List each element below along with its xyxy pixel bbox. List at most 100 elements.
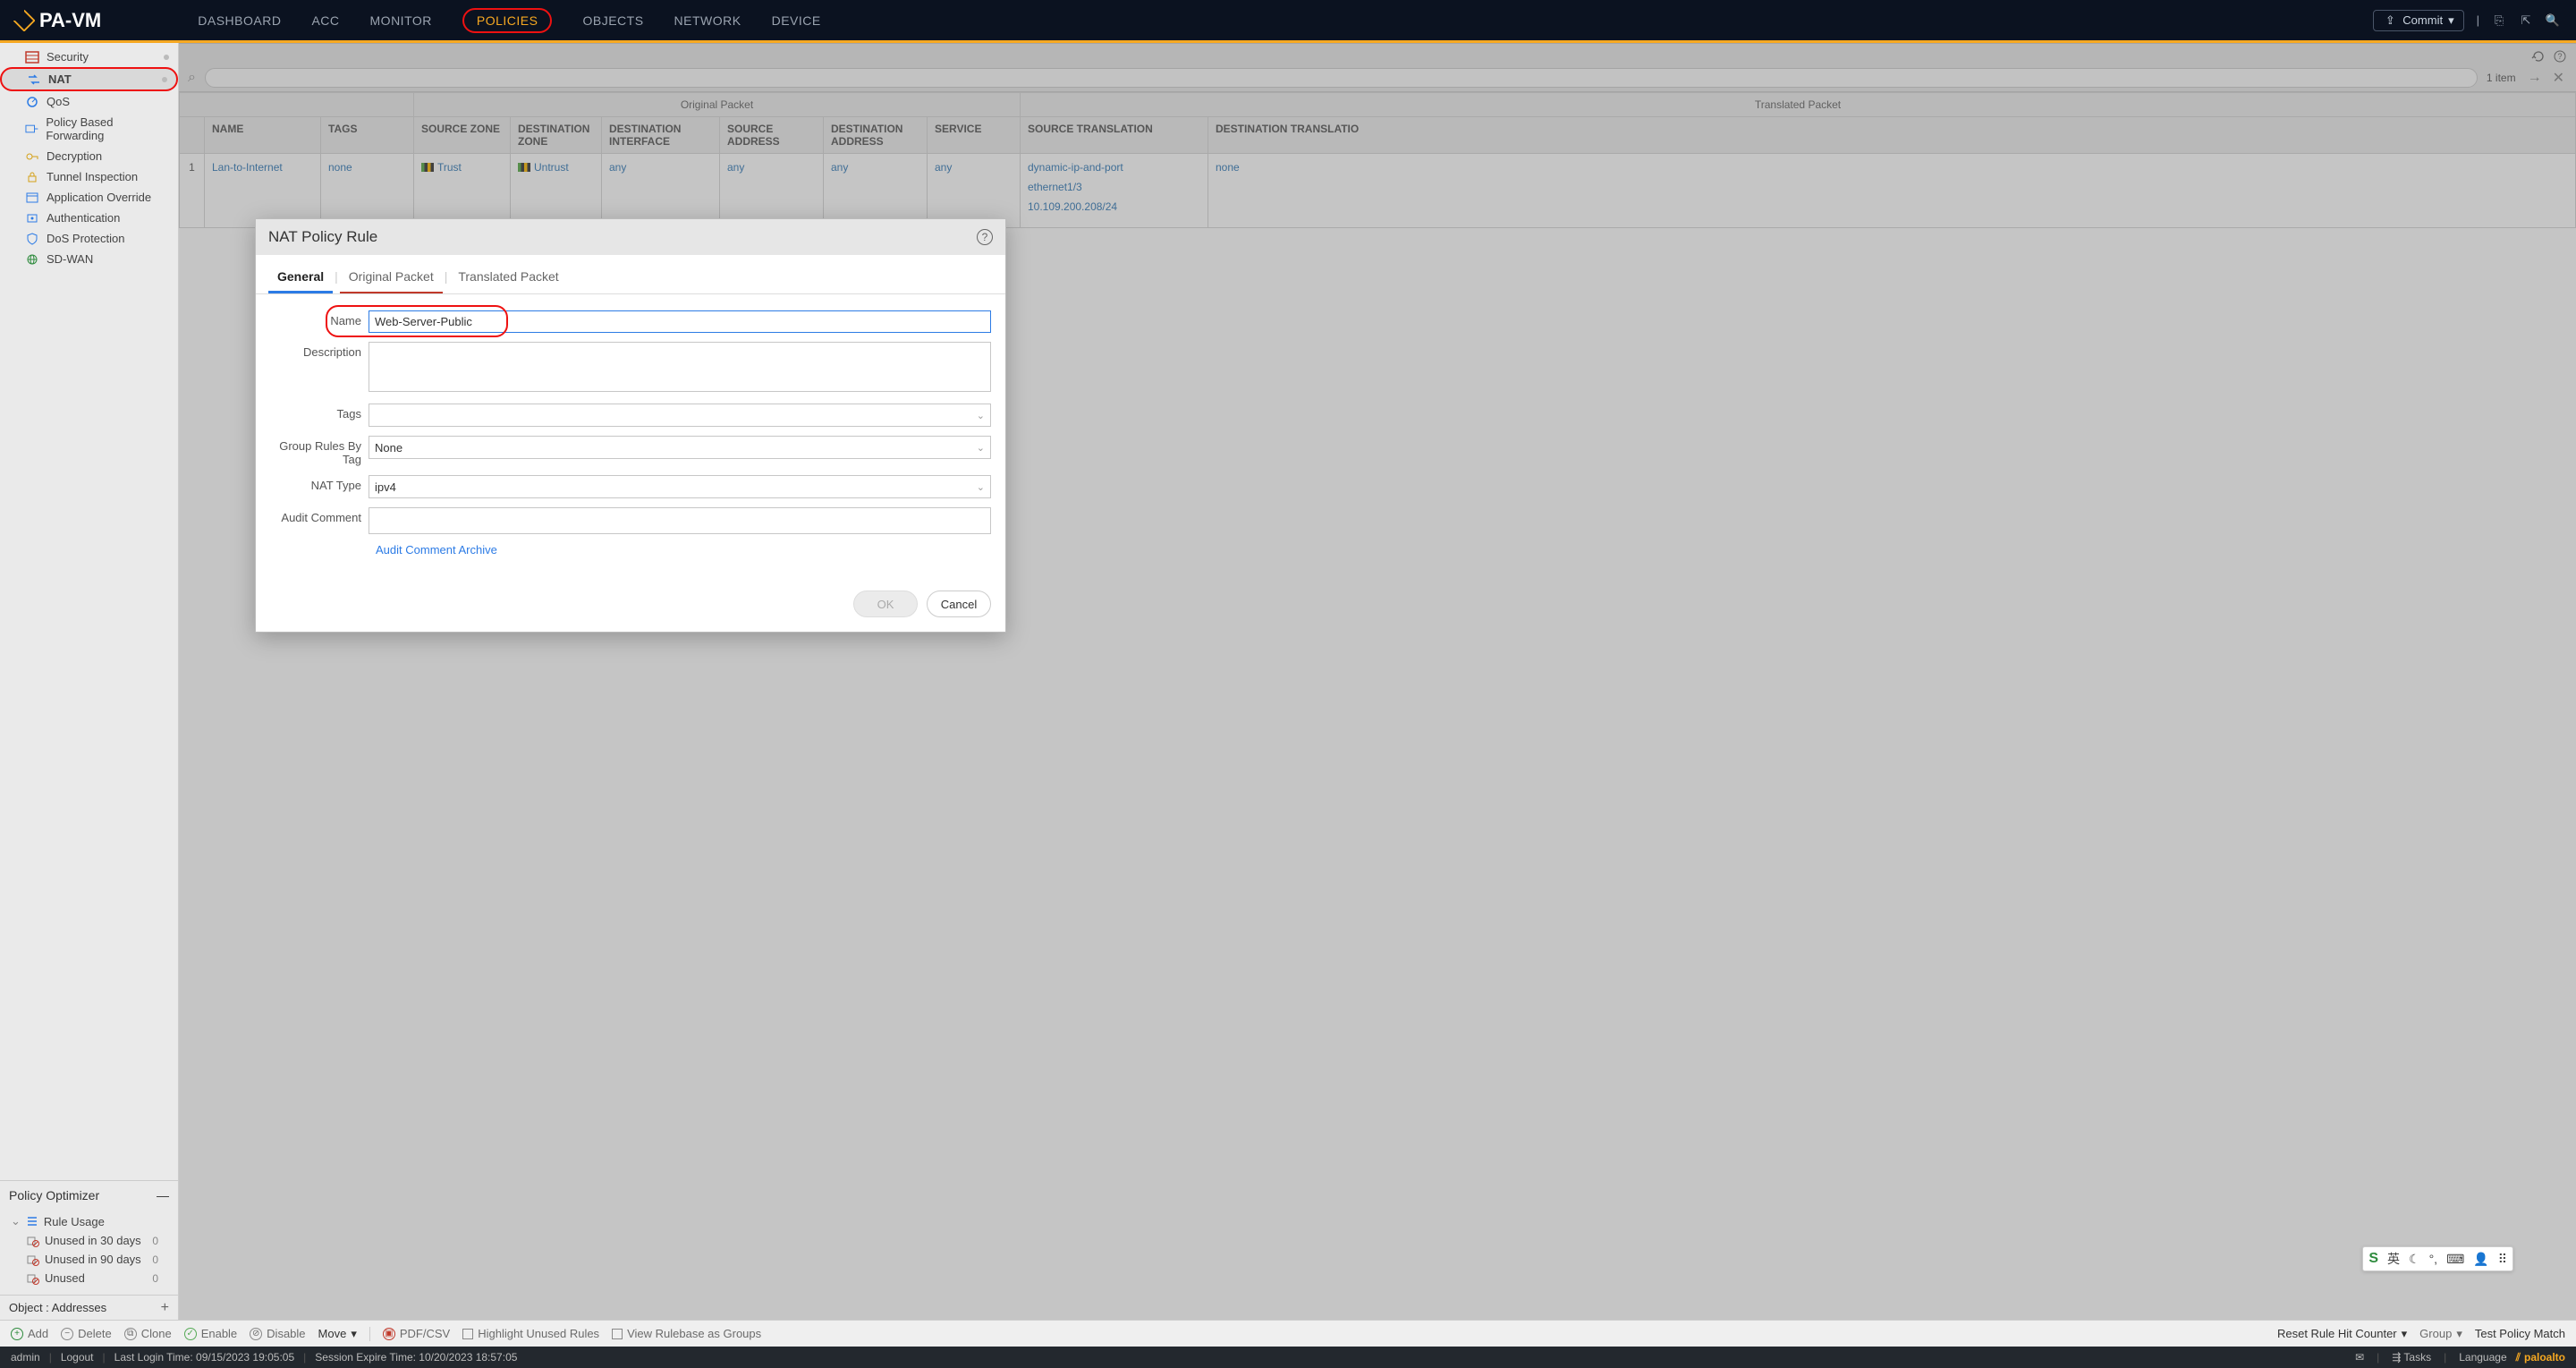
ok-button[interactable]: OK — [853, 591, 918, 617]
sidebar-item-sdwan[interactable]: SD-WAN — [0, 249, 178, 269]
enable-button[interactable]: ✓Enable — [184, 1327, 237, 1340]
check-icon: ✓ — [184, 1328, 197, 1340]
sidebar-item-authentication[interactable]: Authentication — [0, 208, 178, 228]
moon-icon[interactable]: ☾ — [2409, 1252, 2420, 1267]
tab-objects[interactable]: OBJECTS — [582, 13, 643, 28]
status-logout[interactable]: Logout — [61, 1351, 94, 1364]
sidebar-item-decryption[interactable]: Decryption — [0, 146, 178, 166]
highlight-toggle[interactable]: Highlight Unused Rules — [462, 1327, 599, 1340]
status-user[interactable]: admin — [11, 1351, 40, 1364]
view-groups-toggle[interactable]: View Rulebase as Groups — [612, 1327, 761, 1340]
tasks-link[interactable]: ⇶ Tasks — [2392, 1351, 2431, 1364]
export-icon[interactable]: ⇱ — [2519, 13, 2533, 28]
paloalto-icon: ⫽ — [2516, 1351, 2521, 1364]
modal-tab-general[interactable]: General — [268, 264, 333, 293]
opt-label: Unused in 30 days — [45, 1234, 141, 1247]
group-select[interactable]: None⌄ — [369, 436, 991, 459]
group-label: Group Rules By Tag — [270, 436, 369, 466]
nattype-select[interactable]: ipv4⌄ — [369, 475, 991, 498]
sidebar-label: Security — [47, 50, 89, 64]
minus-icon: − — [61, 1328, 73, 1340]
copy-icon: ⧉ — [124, 1328, 137, 1340]
brand-logo-icon — [13, 9, 35, 31]
reset-counter-menu[interactable]: Reset Rule Hit Counter ▾ — [2277, 1327, 2407, 1341]
unused-90[interactable]: Unused in 90 days 0 — [7, 1250, 171, 1269]
clone-button[interactable]: ⧉Clone — [124, 1327, 172, 1340]
keyboard-icon[interactable]: ⌨ — [2446, 1252, 2464, 1267]
tab-device[interactable]: DEVICE — [772, 13, 821, 28]
tab-dashboard[interactable]: DASHBOARD — [198, 13, 281, 28]
object-bar-label: Object : Addresses — [9, 1301, 106, 1314]
sidebar-label: Tunnel Inspection — [47, 170, 138, 183]
plus-icon: + — [11, 1328, 23, 1340]
search-icon[interactable]: 🔍 — [2546, 13, 2560, 28]
auth-icon — [25, 212, 39, 225]
sidebar-item-dos[interactable]: DoS Protection — [0, 228, 178, 249]
tags-select[interactable]: ⌄ — [369, 404, 991, 427]
checkbox-icon — [462, 1329, 473, 1339]
help-icon[interactable]: ? — [977, 229, 993, 245]
sidebar-item-qos[interactable]: QoS — [0, 91, 178, 112]
opt-label: Unused in 90 days — [45, 1253, 141, 1266]
description-input[interactable] — [369, 342, 991, 392]
rule-usage-header[interactable]: ⌄ Rule Usage — [7, 1211, 171, 1231]
sidebar-item-tunnel[interactable]: Tunnel Inspection — [0, 166, 178, 187]
collapse-icon[interactable]: — — [157, 1188, 169, 1202]
tab-acc[interactable]: ACC — [311, 13, 339, 28]
chevron-down-icon: ⌄ — [977, 410, 985, 421]
brand-text: PA-VM — [39, 9, 101, 32]
delete-button[interactable]: −Delete — [61, 1327, 112, 1340]
object-bar[interactable]: Object : Addresses + — [0, 1295, 178, 1320]
ime-lang[interactable]: 英 — [2387, 1250, 2400, 1268]
punct-icon[interactable]: °, — [2429, 1252, 2438, 1266]
globe-icon — [25, 253, 39, 266]
commit-button[interactable]: ⇪ Commit ▾ — [2373, 10, 2463, 31]
doc-icon: ▣ — [383, 1328, 395, 1340]
tab-policies[interactable]: POLICIES — [462, 8, 553, 33]
mail-icon[interactable]: ✉ — [2355, 1351, 2364, 1364]
pbf-icon — [25, 123, 38, 135]
tab-network[interactable]: NETWORK — [674, 13, 741, 28]
cancel-button[interactable]: Cancel — [927, 591, 991, 617]
brand: PA-VM — [0, 9, 117, 32]
language-link[interactable]: Language — [2459, 1351, 2506, 1364]
audit-archive-link[interactable]: Audit Comment Archive — [270, 543, 991, 557]
description-label: Description — [270, 342, 369, 359]
audit-input[interactable] — [369, 507, 991, 534]
sidebar-item-appoverride[interactable]: Application Override — [0, 187, 178, 208]
key-icon — [25, 150, 39, 163]
sidebar-label: SD-WAN — [47, 252, 93, 266]
sidebar-item-nat[interactable]: NAT — [0, 67, 178, 91]
tab-monitor[interactable]: MONITOR — [370, 13, 432, 28]
modal-body: Name Description Tags ⌄ Group Rules By T… — [256, 294, 1005, 564]
plus-icon[interactable]: + — [161, 1300, 169, 1316]
ime-toolbar[interactable]: S 英 ☾ °, ⌨ 👤 ⠿ — [2362, 1246, 2513, 1271]
unused-all[interactable]: Unused 0 — [7, 1269, 171, 1287]
add-button[interactable]: +Add — [11, 1327, 48, 1340]
unused-30[interactable]: Unused in 30 days 0 — [7, 1231, 171, 1250]
bottom-toolbar: +Add −Delete ⧉Clone ✓Enable ⊘Disable Mov… — [0, 1320, 2576, 1347]
disable-button[interactable]: ⊘Disable — [250, 1327, 305, 1340]
sidebar-item-security[interactable]: Security — [0, 47, 178, 67]
opt-count: 0 — [152, 1272, 158, 1285]
sidebar-label: Policy Based Forwarding — [46, 115, 169, 142]
move-menu[interactable]: Move ▾ — [318, 1327, 357, 1341]
sidebar-list: Security NAT QoS Policy Based Forwarding… — [0, 43, 178, 1180]
test-policy-match[interactable]: Test Policy Match — [2475, 1327, 2565, 1340]
modal-tab-original[interactable]: Original Packet — [340, 264, 443, 293]
chevron-down-icon: ▾ — [2448, 13, 2454, 28]
optimizer-header[interactable]: Policy Optimizer — — [0, 1181, 178, 1210]
name-input[interactable] — [369, 310, 991, 333]
optimizer-title: Policy Optimizer — [9, 1188, 99, 1202]
tasks-icon: ⇶ — [2392, 1351, 2403, 1364]
modal-tab-translated[interactable]: Translated Packet — [449, 264, 567, 293]
user-icon[interactable]: 👤 — [2473, 1252, 2488, 1267]
modal-footer: OK Cancel — [256, 564, 1005, 632]
sidebar: Security NAT QoS Policy Based Forwarding… — [0, 43, 179, 1320]
grid-icon[interactable]: ⠿ — [2498, 1252, 2507, 1267]
pdf-csv-button[interactable]: ▣PDF/CSV — [383, 1327, 450, 1340]
sidebar-label: Application Override — [47, 191, 151, 204]
sidebar-item-pbf[interactable]: Policy Based Forwarding — [0, 112, 178, 146]
group-menu[interactable]: Group ▾ — [2419, 1327, 2462, 1341]
config-icon[interactable]: ⎘ — [2492, 13, 2506, 28]
